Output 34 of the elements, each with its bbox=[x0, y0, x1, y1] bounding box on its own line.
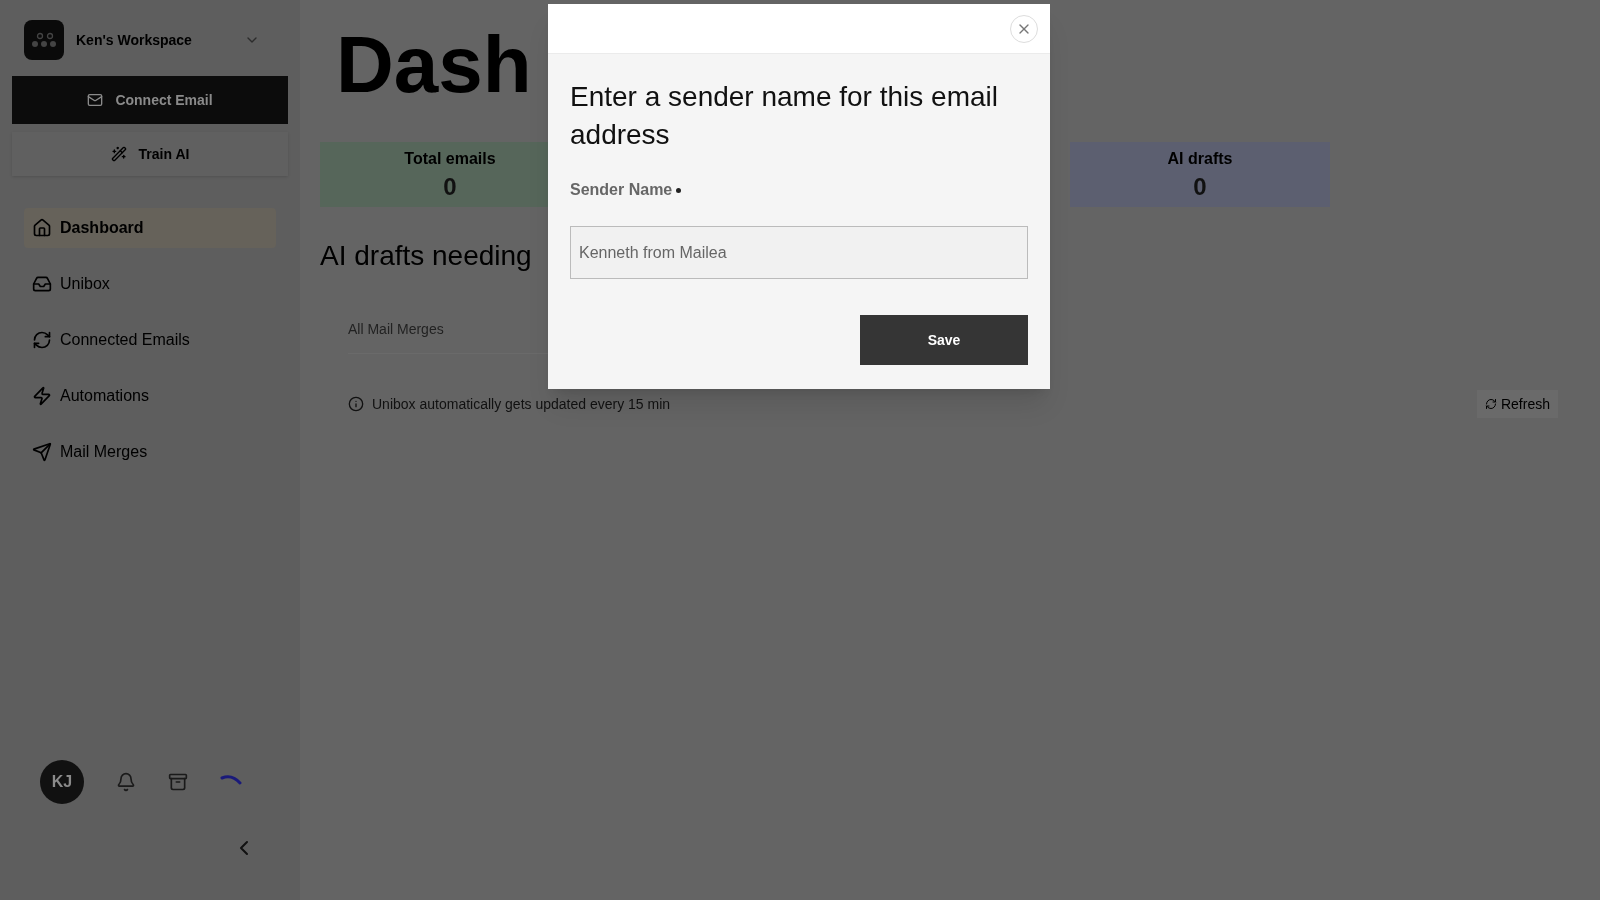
connect-email-button[interactable]: Connect Email bbox=[12, 76, 288, 124]
stat-label: Total emails bbox=[404, 148, 496, 169]
dots-icon bbox=[31, 31, 57, 49]
dialog-title: Enter a sender name for this email address bbox=[570, 80, 999, 152]
nav-item[interactable]: Mail Merges bbox=[24, 432, 276, 472]
wand-icon bbox=[110, 146, 127, 162]
archive-icon[interactable] bbox=[168, 772, 188, 792]
stat-value: 0 bbox=[1193, 171, 1207, 202]
nav-item[interactable]: Connected Emails bbox=[24, 320, 276, 360]
nav-item[interactable]: Unibox bbox=[24, 264, 276, 304]
section-title: AI drafts needing bbox=[320, 239, 532, 273]
bell-icon[interactable] bbox=[116, 772, 136, 792]
nav-item[interactable]: Dashboard bbox=[24, 208, 276, 248]
home-icon bbox=[32, 218, 52, 238]
stat-value: 0 bbox=[443, 171, 457, 202]
sender-name-field[interactable]: Kenneth from Mailea bbox=[570, 226, 1028, 279]
filter-tab[interactable]: All Mail Merges bbox=[348, 321, 444, 337]
refresh-button[interactable]: Refresh bbox=[1476, 390, 1558, 418]
save-button[interactable]: Save bbox=[860, 315, 1028, 365]
refresh-icon bbox=[1484, 398, 1497, 410]
refresh-icon bbox=[32, 330, 52, 350]
field-label: Sender Name bbox=[570, 180, 673, 200]
train-ai-button[interactable]: Train AI bbox=[12, 132, 288, 176]
inbox-icon bbox=[32, 274, 52, 294]
info-icon bbox=[348, 396, 364, 412]
paper-plane-icon bbox=[32, 442, 52, 462]
lightning-icon bbox=[32, 386, 52, 406]
avatar[interactable]: KJ bbox=[40, 760, 84, 804]
mail-icon bbox=[87, 92, 104, 108]
stat-label: AI drafts bbox=[1167, 148, 1233, 169]
nav-item[interactable]: Automations bbox=[24, 376, 276, 416]
workspace-name[interactable]: Ken's Workspace bbox=[76, 30, 192, 50]
page-title: Dash bbox=[336, 20, 532, 110]
info-text: Unibox automatically gets updated every 15 min bbox=[372, 395, 671, 414]
